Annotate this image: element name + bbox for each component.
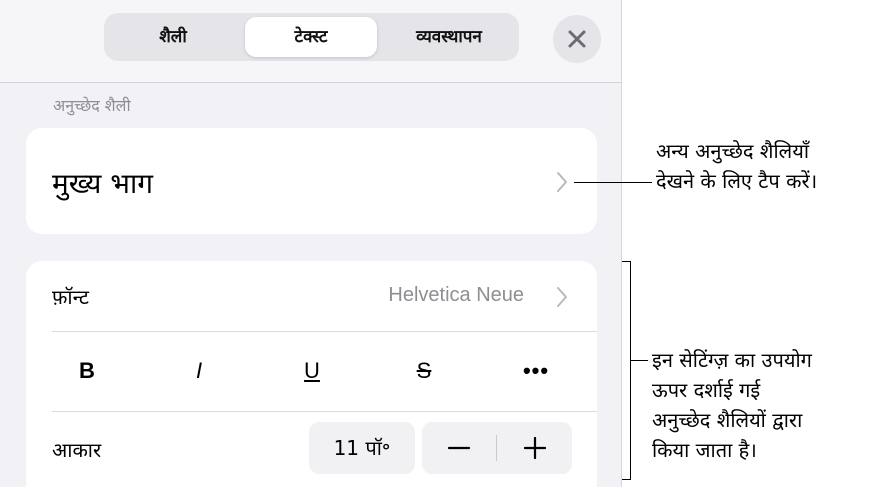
tab-arrange[interactable]: व्यवस्थापन	[384, 17, 514, 57]
more-options-button[interactable]: •••	[506, 346, 566, 396]
stepper-divider	[496, 435, 497, 461]
strikethrough-button[interactable]: S	[394, 346, 454, 396]
style-callout-leader	[574, 182, 652, 183]
callout-line: देखने के लिए टैप करें।	[656, 169, 818, 193]
tab-text[interactable]: टेक्स्ट	[245, 17, 377, 57]
callout-line: अन्य अनुच्छेद शैलियाँ	[656, 139, 809, 163]
settings-callout: इन सेटिंग्ज़ का उपयोग ऊपर दर्शाई गई अनुच…	[652, 345, 812, 465]
tab-bar: शैली टेक्स्ट व्यवस्थापन	[104, 13, 519, 61]
bold-button[interactable]: B	[57, 346, 117, 396]
x-close-icon	[568, 30, 586, 48]
font-label: फ़ॉन्ट	[52, 285, 89, 309]
increase-size-button[interactable]	[498, 422, 572, 474]
font-size-stepper	[422, 422, 572, 474]
font-value: Helvetica Neue	[388, 284, 524, 306]
style-callout: अन्य अनुच्छेद शैलियाँ देखने के लिए टैप क…	[656, 136, 817, 196]
settings-bracket-bottom	[622, 479, 631, 480]
italic-button[interactable]: I	[169, 346, 229, 396]
paragraph-style-section-label: अनुच्छेद शैली	[53, 96, 131, 115]
chevron-right-icon	[557, 287, 567, 307]
settings-bracket	[630, 261, 631, 480]
size-label: आकार	[52, 438, 102, 462]
current-paragraph-style: मुख्य भाग	[52, 167, 153, 200]
callout-line: किया जाता है।	[652, 438, 757, 462]
callout-line: अनुच्छेद शैलियों द्वारा	[652, 408, 803, 432]
paragraph-style-selector[interactable]: मुख्य भाग	[26, 128, 597, 234]
plus-icon	[523, 436, 547, 460]
callout-line: ऊपर दर्शाई गई	[652, 378, 761, 402]
tab-style[interactable]: शैली	[108, 17, 238, 57]
callout-line: इन सेटिंग्ज़ का उपयोग	[652, 348, 812, 372]
font-size-value[interactable]: 11 पॉ॰	[309, 422, 415, 474]
minus-icon	[447, 446, 471, 450]
decrease-size-button[interactable]	[422, 422, 496, 474]
text-format-panel: शैली टेक्स्ट व्यवस्थापन अनुच्छेद शैली मु…	[0, 0, 622, 487]
font-row[interactable]: फ़ॉन्ट Helvetica Neue	[26, 261, 597, 331]
format-buttons-row: B I U S •••	[26, 332, 597, 412]
underline-button[interactable]: U	[282, 346, 342, 396]
size-row: आकार 11 पॉ॰	[26, 412, 597, 487]
settings-bracket-top	[622, 261, 631, 262]
chevron-right-icon	[557, 172, 567, 192]
settings-callout-leader	[630, 360, 648, 361]
panel-header: शैली टेक्स्ट व्यवस्थापन	[0, 0, 621, 83]
close-button[interactable]	[553, 15, 601, 63]
text-settings-card: फ़ॉन्ट Helvetica Neue B I U S ••• आकार 1…	[26, 261, 597, 487]
